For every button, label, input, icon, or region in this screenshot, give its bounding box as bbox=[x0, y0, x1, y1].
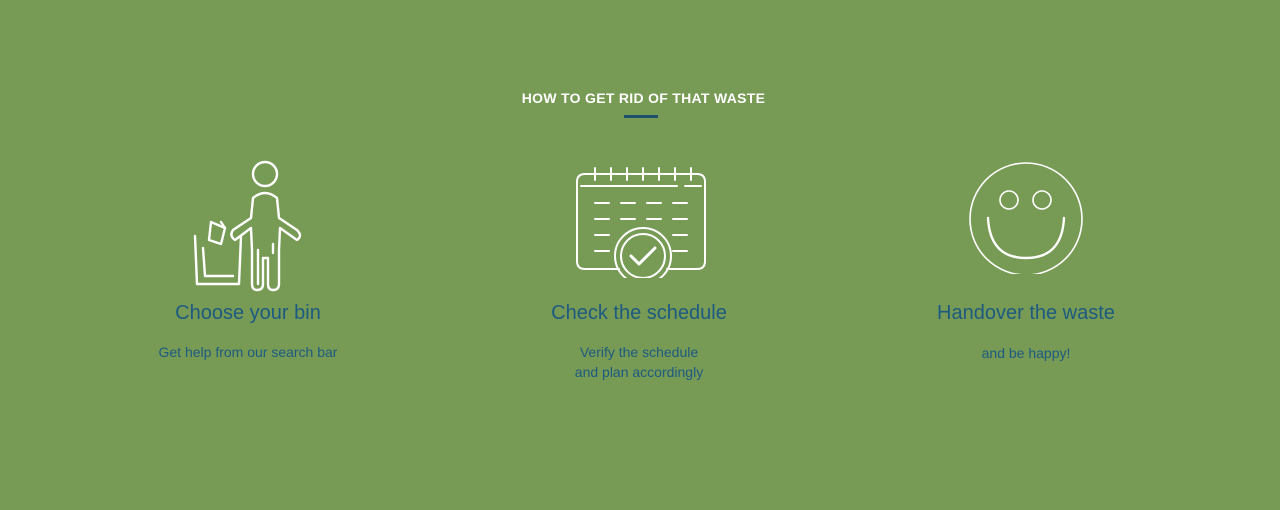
smiley-face-icon bbox=[968, 158, 1084, 279]
step-description: and be happy! bbox=[846, 343, 1206, 363]
step-heading: Choose your bin bbox=[175, 302, 321, 324]
section-title: HOW TO GET RID OF THAT WASTE bbox=[521, 90, 766, 106]
description-line: and plan accordingly bbox=[574, 364, 704, 380]
title-underline bbox=[624, 115, 658, 118]
calendar-check-icon bbox=[571, 158, 707, 285]
step-heading: Handover the waste bbox=[937, 302, 1115, 324]
step-description: Get help from our search bar bbox=[68, 342, 428, 362]
person-trash-bin-icon bbox=[183, 158, 313, 298]
description-line: Verify the schedule bbox=[579, 344, 699, 360]
step-description: Verify the schedule and plan accordingly bbox=[459, 342, 819, 382]
step-heading: Check the schedule bbox=[551, 302, 727, 324]
how-to-section: HOW TO GET RID OF THAT WASTE Choose your… bbox=[0, 0, 1280, 510]
description-line: Get help from our search bar bbox=[158, 344, 338, 360]
description-line: and be happy! bbox=[981, 345, 1071, 361]
